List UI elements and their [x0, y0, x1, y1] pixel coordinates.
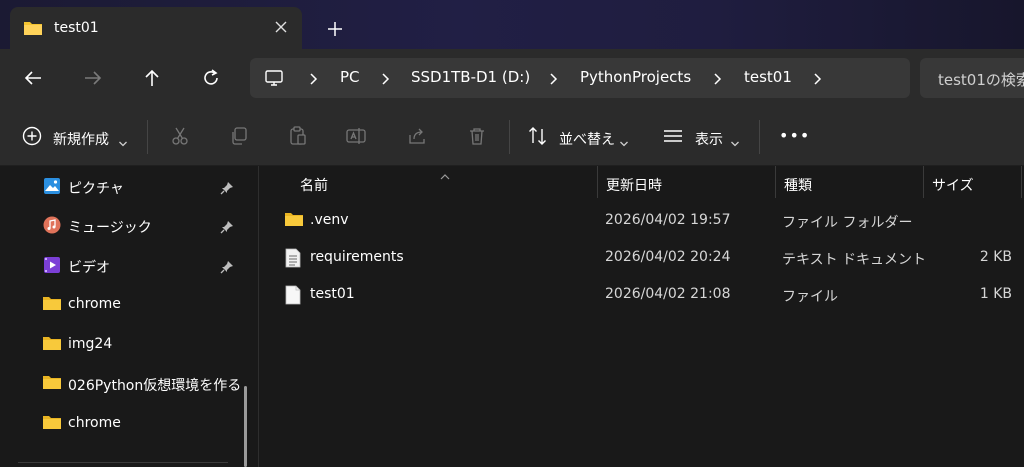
- refresh-icon[interactable]: [198, 65, 224, 91]
- file-icon: [285, 285, 301, 309]
- view-list-icon: [662, 125, 684, 151]
- paste-clipboard-icon[interactable]: [287, 125, 309, 151]
- sidebar-item-music[interactable]: ミュージック: [0, 207, 248, 245]
- folder-icon: [43, 414, 61, 434]
- breadcrumb-pythonprojects[interactable]: PythonProjects: [580, 68, 691, 86]
- file-type: ファイル フォルダー: [782, 215, 913, 231]
- close-icon[interactable]: [270, 16, 292, 38]
- toolbar-divider: [509, 120, 510, 154]
- file-size: 2 KB: [979, 249, 1012, 265]
- sidebar-item-videos[interactable]: ビデオ: [0, 247, 248, 285]
- music-icon: [43, 216, 61, 238]
- file-name: .venv: [310, 212, 349, 228]
- navigation-bar: PC SSD1TB-D1 (D:) PythonProjects test01 …: [0, 49, 1024, 108]
- search-input[interactable]: test01の検索: [920, 58, 1024, 98]
- pin-icon[interactable]: [220, 259, 234, 278]
- sidebar-section-divider: [18, 462, 228, 463]
- toolbar-divider: [759, 120, 760, 154]
- folder-icon: [43, 335, 61, 355]
- sidebar-item-label: ミュージック: [68, 220, 152, 236]
- sidebar-scrollbar[interactable]: [244, 386, 247, 467]
- sidebar-item-label: ビデオ: [68, 260, 110, 276]
- breadcrumb-drive[interactable]: SSD1TB-D1 (D:): [411, 68, 530, 86]
- folder-icon: [43, 295, 61, 315]
- address-bar[interactable]: PC SSD1TB-D1 (D:) PythonProjects test01: [250, 58, 910, 98]
- back-arrow-icon[interactable]: [20, 65, 46, 91]
- chevron-down-icon: [118, 133, 128, 152]
- delete-trash-icon[interactable]: [466, 125, 488, 151]
- toolbar-divider: [147, 120, 148, 154]
- text-document-icon: [285, 248, 301, 272]
- sidebar-item-label: chrome: [68, 296, 121, 312]
- file-date: 2026/04/02 19:57: [605, 212, 731, 228]
- plus-circle-icon: [21, 125, 43, 151]
- pictures-icon: [43, 177, 61, 199]
- tab-title: test01: [54, 20, 99, 36]
- chevron-right-icon[interactable]: [380, 71, 392, 90]
- table-row[interactable]: test01 2026/04/02 21:08 ファイル 1 KB: [259, 277, 1024, 313]
- file-date: 2026/04/02 20:24: [605, 249, 731, 265]
- command-toolbar: 新規作成 並べ替え 表示 •••: [0, 108, 1024, 166]
- chevron-down-icon: [730, 133, 740, 152]
- copy-icon[interactable]: [228, 125, 250, 151]
- column-header-label: 名前: [300, 178, 328, 194]
- forward-arrow-icon[interactable]: [80, 65, 106, 91]
- up-arrow-icon[interactable]: [139, 65, 165, 91]
- breadcrumb-pc[interactable]: PC: [340, 68, 360, 86]
- sidebar-item-pictures[interactable]: ピクチャ: [0, 168, 248, 206]
- file-type: テキスト ドキュメント: [782, 252, 927, 268]
- chevron-right-icon[interactable]: [548, 71, 560, 90]
- file-date: 2026/04/02 21:08: [605, 286, 731, 302]
- sidebar-item-python-venv-guide[interactable]: 026Python仮想環境を作る: [0, 365, 248, 403]
- navigation-pane: ピクチャ ミュージック ビデオ chrome img24 026Python仮想…: [0, 166, 259, 467]
- column-header-label: 更新日時: [606, 178, 662, 194]
- chevron-right-icon[interactable]: [308, 71, 320, 90]
- sidebar-item-chrome-2[interactable]: chrome: [0, 405, 248, 443]
- table-row[interactable]: .venv 2026/04/02 19:57 ファイル フォルダー: [259, 203, 1024, 239]
- sidebar-item-chrome[interactable]: chrome: [0, 286, 248, 324]
- folder-icon: [285, 211, 303, 231]
- cut-scissors-icon[interactable]: [169, 125, 191, 151]
- folder-icon: [23, 19, 43, 41]
- pin-icon[interactable]: [220, 180, 234, 199]
- file-name: requirements: [310, 249, 404, 265]
- column-header-label: 種類: [784, 178, 812, 194]
- column-header-size[interactable]: サイズ: [924, 166, 1020, 200]
- tab-test01[interactable]: test01: [10, 7, 302, 49]
- rename-icon[interactable]: [345, 125, 367, 151]
- sidebar-item-label: chrome: [68, 415, 121, 431]
- breadcrumb-test01[interactable]: test01: [744, 68, 792, 86]
- column-header-type[interactable]: 種類: [776, 166, 922, 200]
- column-header-name[interactable]: 名前: [259, 166, 595, 200]
- more-options-button[interactable]: •••: [779, 126, 810, 145]
- video-icon: [43, 256, 61, 278]
- chevron-right-icon[interactable]: [712, 71, 724, 90]
- column-resize-handle[interactable]: [1021, 166, 1022, 198]
- file-name: test01: [310, 286, 355, 302]
- chevron-right-icon[interactable]: [812, 71, 824, 90]
- sidebar-item-label: ピクチャ: [68, 181, 124, 197]
- column-header-date[interactable]: 更新日時: [598, 166, 774, 200]
- folder-icon: [43, 374, 61, 394]
- file-list: 名前 更新日時 種類 サイズ .venv 2026/04/02 19:57 ファ…: [259, 166, 1024, 467]
- new-button-label: 新規作成: [53, 132, 109, 148]
- file-type: ファイル: [782, 289, 838, 305]
- view-button-label: 表示: [695, 132, 723, 148]
- computer-icon: [264, 68, 284, 92]
- title-bar: test01: [0, 0, 1024, 49]
- search-placeholder: test01の検索: [938, 71, 1024, 89]
- sort-arrows-icon: [527, 125, 549, 151]
- chevron-down-icon: [619, 133, 629, 152]
- sort-button-label: 並べ替え: [559, 132, 615, 148]
- sidebar-item-img24[interactable]: img24: [0, 326, 248, 364]
- pin-icon[interactable]: [220, 219, 234, 238]
- column-header-label: サイズ: [932, 178, 974, 194]
- table-row[interactable]: requirements 2026/04/02 20:24 テキスト ドキュメン…: [259, 240, 1024, 276]
- sidebar-item-label: 026Python仮想環境を作る: [68, 378, 242, 394]
- new-tab-plus-icon[interactable]: [324, 18, 346, 40]
- share-icon[interactable]: [406, 125, 428, 151]
- file-size: 1 KB: [979, 286, 1012, 302]
- sidebar-item-label: img24: [68, 336, 113, 352]
